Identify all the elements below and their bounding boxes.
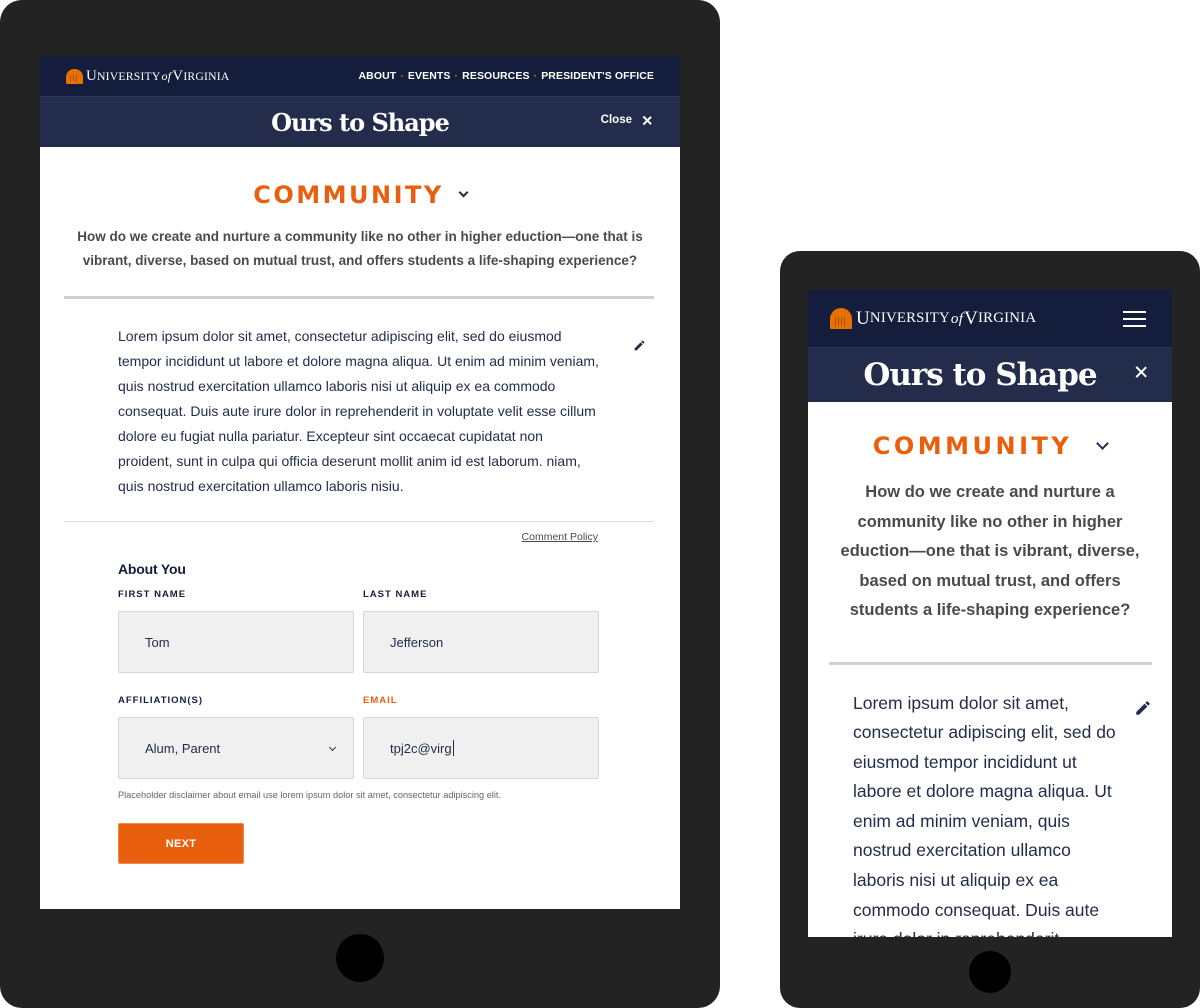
topic-title: COMMUNITY [253, 181, 444, 209]
affiliation-label: AFFILIATION(S) [118, 695, 204, 706]
top-nav: ABOUT · EVENTS · RESOURCES · PRESIDENT'S… [358, 70, 654, 82]
comment-preview: Lorem ipsum dolor sit amet, consectetur … [808, 665, 1172, 938]
close-icon [641, 115, 652, 126]
topic-selector[interactable]: COMMUNITY [40, 181, 680, 209]
phone-device-frame: U NIVERSITY of V IRGINIA Ours to Shape COMMU… [780, 251, 1200, 1008]
last-name-field[interactable]: Jefferson [363, 611, 599, 673]
hamburger-menu-icon[interactable] [1123, 310, 1146, 327]
chevron-down-icon [328, 743, 337, 752]
email-label: EMAIL [363, 695, 398, 706]
affiliation-email-row: AFFILIATION(S) Alum, Parent EMAIL tpj2c@… [118, 673, 680, 779]
topic-question: How do we create and nurture a community… [77, 229, 643, 268]
title-bar: Ours to Shape [808, 347, 1172, 402]
nav-separator: · [400, 70, 404, 82]
pencil-icon [1136, 700, 1150, 715]
nav-link-events[interactable]: EVENTS [408, 70, 451, 82]
comment-policy-link[interactable]: Comment Policy [522, 531, 598, 543]
name-fields-row: FIRST NAME Tom LAST NAME Jefferson [118, 577, 680, 673]
affiliation-select[interactable]: Alum, Parent [118, 717, 354, 779]
nav-separator: · [454, 70, 459, 82]
last-name-label: LAST NAME [363, 589, 428, 600]
topic-title: COMMUNITY [872, 432, 1073, 460]
uva-logo[interactable]: U NIVERSITY of V IRGINIA [830, 308, 1036, 330]
email-disclaimer: Placeholder disclaimer about email use l… [118, 790, 501, 800]
nav-link-presidents-office[interactable]: PRESIDENT'S OFFICE [541, 70, 654, 82]
first-name-label: FIRST NAME [118, 589, 187, 600]
edit-comment-button[interactable] [633, 335, 646, 360]
nav-link-resources[interactable]: RESOURCES [462, 70, 529, 82]
close-button[interactable]: Close [601, 114, 652, 126]
first-name-field[interactable]: Tom [118, 611, 354, 673]
close-button[interactable] [1134, 365, 1148, 379]
tablet-screen: U NIVERSITY of V IRGINIA ABOUT · EVENTS · RE… [40, 56, 680, 909]
tablet-device-frame: U NIVERSITY of V IRGINIA ABOUT · EVENTS · RE… [0, 0, 720, 1008]
pencil-icon [634, 340, 645, 351]
home-button[interactable] [969, 951, 1011, 993]
comment-text: Lorem ipsum dolor sit amet, consectetur … [118, 328, 599, 494]
site-title: Ours to Shape [271, 107, 450, 137]
site-header: U NIVERSITY of V IRGINIA [808, 290, 1172, 347]
next-button[interactable]: NEXT [118, 823, 244, 864]
comment-text: Lorem ipsum dolor sit amet, consectetur … [853, 692, 1116, 938]
phone-screen: U NIVERSITY of V IRGINIA Ours to Shape COMMU… [808, 290, 1172, 937]
uva-logo[interactable]: U NIVERSITY of V IRGINIA [66, 68, 230, 85]
comment-preview: Lorem ipsum dolor sit amet, consectetur … [40, 299, 680, 499]
text-cursor [452, 740, 454, 756]
about-you-heading: About You [118, 561, 186, 577]
nav-separator: · [533, 70, 538, 82]
chevron-down-icon [458, 187, 469, 198]
title-bar: Ours to Shape Close [40, 96, 680, 147]
topic-question: How do we create and nurture a community… [840, 483, 1140, 619]
rotunda-icon [830, 308, 852, 329]
edit-comment-button[interactable] [1134, 697, 1152, 727]
close-label: Close [600, 114, 632, 126]
divider [64, 521, 654, 522]
email-field[interactable]: tpj2c@virg [363, 717, 599, 779]
site-title: Ours to Shape [863, 357, 1097, 393]
nav-link-about[interactable]: ABOUT [358, 70, 396, 82]
site-header: U NIVERSITY of V IRGINIA ABOUT · EVENTS · RE… [40, 56, 680, 96]
chevron-down-icon [1096, 436, 1110, 450]
rotunda-icon [66, 68, 83, 84]
home-button[interactable] [336, 934, 384, 982]
topic-selector[interactable]: COMMUNITY [808, 432, 1172, 460]
close-icon [1134, 365, 1148, 379]
